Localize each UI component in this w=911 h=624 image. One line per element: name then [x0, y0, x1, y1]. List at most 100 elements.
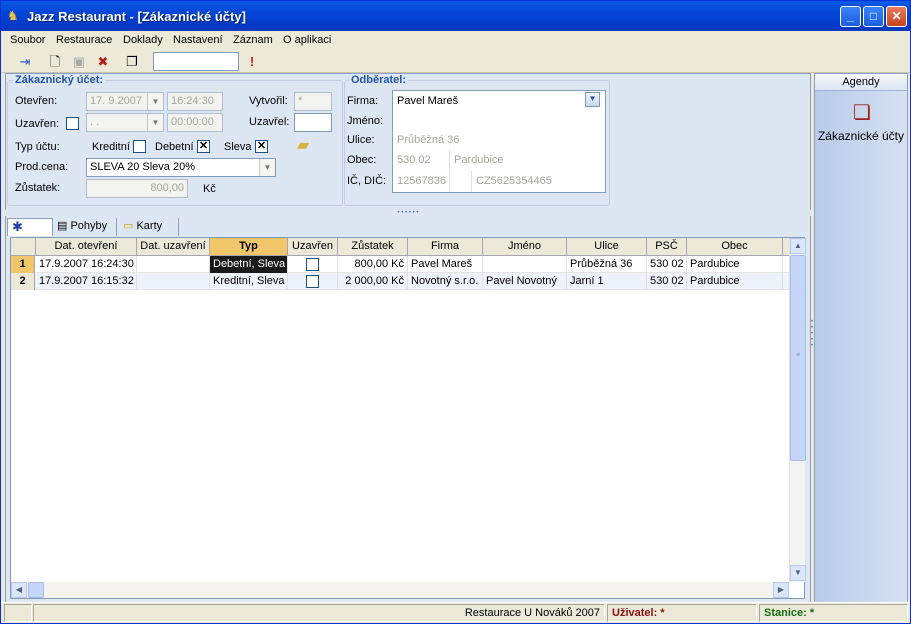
tab-grid[interactable]: ✱: [7, 218, 53, 236]
menu-soubor[interactable]: Soubor: [10, 34, 45, 46]
agenda-item-customer-accounts[interactable]: Zákaznické účty: [815, 129, 907, 143]
delete-icon[interactable]: ✖: [93, 52, 113, 71]
chevron-down-icon[interactable]: ▼: [259, 159, 275, 176]
cell-street[interactable]: Průběžná 36: [567, 256, 647, 273]
opened-date-field[interactable]: 17. 9.2007 ▼: [86, 92, 164, 111]
cell-firm[interactable]: Novotný s.r.o.: [408, 273, 483, 290]
cell-city[interactable]: Pardubice: [687, 273, 783, 290]
cell-name[interactable]: [483, 256, 567, 273]
grid-header: Dat. otevření Dat. uzavření Typ Uzavřen …: [11, 238, 789, 256]
price-select[interactable]: SLEVA 20 Sleva 20% ▼: [86, 158, 276, 177]
column-closed-flag[interactable]: Uzavřen: [288, 238, 338, 255]
closed-by-label: Uzavřel:: [249, 116, 290, 128]
balance-field[interactable]: 800,00: [86, 179, 188, 198]
cell-zip[interactable]: 530 02: [647, 256, 687, 273]
save-icon[interactable]: ▣: [69, 52, 89, 71]
column-city[interactable]: Obec: [687, 238, 783, 255]
column-name[interactable]: Jméno: [483, 238, 567, 255]
closed-label: Uzavřen:: [15, 118, 60, 130]
cell-type[interactable]: Kreditní, Sleva: [210, 273, 288, 290]
column-type[interactable]: Typ: [210, 238, 288, 255]
tab-movements[interactable]: ▤ Pohyby: [53, 218, 117, 236]
cell-street[interactable]: Jarní 1: [567, 273, 647, 290]
zip-field[interactable]: 530 02: [397, 154, 431, 166]
ic-field[interactable]: 12567836: [397, 175, 446, 187]
hscroll-thumb[interactable]: [28, 582, 44, 598]
card-icon: ▭: [123, 220, 137, 232]
firm-field[interactable]: Pavel Mareš: [397, 95, 458, 107]
toolbar: ⇥ 🗋 ▣ ✖ ❐ !: [1, 50, 910, 73]
cell-opened[interactable]: 17.9.2007 16:15:32: [36, 273, 137, 290]
menu-zaznam[interactable]: Záznam: [233, 34, 273, 46]
exit-icon[interactable]: ⇥: [15, 52, 35, 71]
cell-type[interactable]: Debetní, Sleva: [210, 256, 288, 273]
firm-picker-icon[interactable]: ▼: [585, 92, 600, 107]
table-row[interactable]: 1 17.9.2007 16:24:30 Debetní, Sleva 800,…: [11, 256, 789, 273]
cell-closed-flag[interactable]: [288, 256, 338, 273]
cell-name[interactable]: Pavel Novotný: [483, 273, 567, 290]
column-firm[interactable]: Firma: [408, 238, 483, 255]
debit-checkbox[interactable]: ✕: [197, 140, 210, 153]
scroll-thumb[interactable]: ≡: [790, 255, 806, 461]
discount-checkbox[interactable]: ✕: [255, 140, 268, 153]
scroll-right-icon[interactable]: ▶: [773, 582, 789, 598]
cell-opened[interactable]: 17.9.2007 16:24:30: [36, 256, 137, 273]
closed-flag-checkbox[interactable]: [306, 275, 319, 288]
cell-balance[interactable]: 2 000,00 Kč: [338, 273, 408, 290]
side-splitter[interactable]: • • • • •: [811, 319, 815, 359]
alert-icon[interactable]: !: [242, 52, 262, 71]
field-divider: [471, 171, 472, 192]
menu-nastaveni[interactable]: Nastavení: [173, 34, 223, 46]
account-type-label: Typ účtu:: [15, 141, 60, 153]
closed-time-field[interactable]: 00:00:00: [167, 113, 223, 132]
chevron-down-icon[interactable]: ▼: [147, 93, 163, 110]
closed-checkbox[interactable]: [66, 117, 79, 130]
credit-checkbox[interactable]: [133, 140, 146, 153]
menu-o-aplikaci[interactable]: O aplikaci: [283, 34, 331, 46]
cell-balance[interactable]: 800,00 Kč: [338, 256, 408, 273]
column-opened[interactable]: Dat. otevření: [36, 238, 137, 255]
copy-icon[interactable]: ❐: [122, 52, 142, 71]
created-by-field[interactable]: *: [294, 92, 332, 111]
cell-closed[interactable]: [137, 273, 210, 290]
column-zip[interactable]: PSČ: [647, 238, 687, 255]
new-record-icon[interactable]: 🗋: [45, 52, 65, 71]
price-label: Prod.cena:: [15, 161, 69, 173]
status-station: Stanice: *: [759, 604, 908, 622]
cell-closed[interactable]: [137, 256, 210, 273]
list-icon: ▤: [57, 220, 71, 232]
search-input[interactable]: [153, 52, 239, 71]
maximize-button[interactable]: □: [863, 6, 884, 27]
cell-firm[interactable]: Pavel Mareš: [408, 256, 483, 273]
column-balance[interactable]: Zůstatek: [338, 238, 408, 255]
city-field[interactable]: Pardubice: [454, 154, 504, 166]
scroll-down-icon[interactable]: ▼: [790, 565, 806, 581]
column-closed[interactable]: Dat. uzavření: [137, 238, 210, 255]
table-row[interactable]: 2 17.9.2007 16:15:32 Kreditní, Sleva 2 0…: [11, 273, 789, 290]
opened-time-field[interactable]: 16:24:30: [167, 92, 223, 111]
tab-cards[interactable]: ▭ Karty: [119, 218, 179, 236]
closed-date-field[interactable]: . . ▼: [86, 113, 164, 132]
close-button[interactable]: ✕: [886, 6, 907, 27]
scroll-up-icon[interactable]: ▲: [790, 238, 806, 254]
column-street[interactable]: Ulice: [567, 238, 647, 255]
vertical-scrollbar[interactable]: ▲ ≡ ▼: [789, 238, 806, 582]
firm-label: Firma:: [347, 95, 379, 107]
minimize-button[interactable]: _: [840, 6, 861, 27]
cell-zip[interactable]: 530 02: [647, 273, 687, 290]
street-field[interactable]: Průběžná 36: [397, 134, 459, 146]
title-bar[interactable]: ♞ Jazz Restaurant - [Zákaznické účty] _ …: [1, 1, 910, 31]
menu-doklady[interactable]: Doklady: [123, 34, 163, 46]
wallet-icon[interactable]: ▰: [297, 135, 331, 154]
chevron-down-icon[interactable]: ▼: [147, 114, 163, 131]
horizontal-scrollbar[interactable]: ◀ ▶: [11, 582, 789, 598]
documents-icon[interactable]: ❏: [849, 100, 875, 124]
agenda-header: Agendy: [815, 74, 907, 91]
cell-closed-flag[interactable]: [288, 273, 338, 290]
scroll-left-icon[interactable]: ◀: [11, 582, 27, 598]
closed-by-field[interactable]: [294, 113, 332, 132]
cell-city[interactable]: Pardubice: [687, 256, 783, 273]
dic-field[interactable]: CZ5625354465: [476, 175, 552, 187]
closed-flag-checkbox[interactable]: [306, 258, 319, 271]
menu-restaurace[interactable]: Restaurace: [56, 34, 112, 46]
